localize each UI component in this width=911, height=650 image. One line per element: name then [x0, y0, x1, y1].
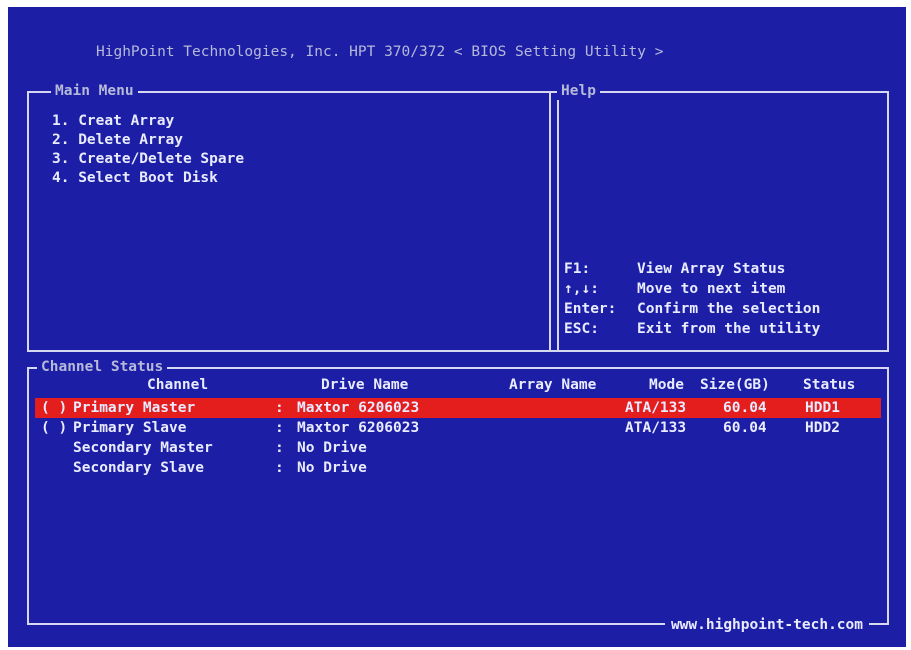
header-channel: Channel	[147, 377, 209, 393]
help-key-f1: F1:	[564, 261, 591, 277]
size-primary-slave: 60.04	[723, 420, 767, 436]
drive-name-primary-slave: Maxtor 6206023	[297, 420, 420, 436]
separator: :	[275, 440, 284, 456]
header-drive-name: Drive Name	[321, 377, 409, 393]
header-array-name: Array Name	[509, 377, 597, 393]
help-desc-arrows: Move to next item	[637, 281, 786, 297]
row-selector-primary-slave[interactable]: ( )	[41, 419, 67, 437]
menu-item-select-boot-disk[interactable]: 4. Select Boot Disk	[52, 169, 218, 187]
channel-status-label: Channel Status	[37, 358, 168, 376]
separator: :	[275, 460, 284, 476]
separator: :	[275, 400, 284, 416]
header-mode: Mode	[649, 377, 684, 393]
channel-primary-slave[interactable]: Primary Slave	[73, 419, 187, 437]
utility-title: HighPoint Technologies, Inc. HPT 370/372…	[96, 44, 664, 60]
help-key-enter: Enter:	[564, 301, 617, 317]
drive-name-primary-master: Maxtor 6206023	[297, 400, 420, 416]
help-panel: Help F1: View Array Status ↑,↓: Move to …	[549, 82, 889, 352]
separator: :	[275, 420, 284, 436]
help-desc-enter: Confirm the selection	[637, 301, 821, 317]
channel-secondary-master[interactable]: Secondary Master	[73, 439, 213, 457]
size-primary-master: 60.04	[723, 400, 767, 416]
header-size: Size(GB)	[700, 377, 770, 393]
menu-item-create-delete-spare[interactable]: 3. Create/Delete Spare	[52, 150, 244, 168]
mode-primary-master: ATA/133	[625, 400, 687, 416]
main-menu-label: Main Menu	[51, 82, 138, 100]
help-key-esc: ESC:	[564, 321, 599, 337]
help-desc-f1: View Array Status	[637, 261, 786, 277]
status-primary-slave: HDD2	[805, 420, 840, 436]
mode-primary-slave: ATA/133	[625, 420, 687, 436]
bios-screen: HighPoint Technologies, Inc. HPT 370/372…	[8, 7, 906, 647]
menu-item-delete-array[interactable]: 2. Delete Array	[52, 131, 183, 149]
header-status: Status	[803, 377, 856, 393]
help-label: Help	[557, 82, 600, 100]
status-primary-master: HDD1	[805, 400, 840, 416]
footer-url: www.highpoint-tech.com	[664, 616, 869, 634]
help-desc-esc: Exit from the utility	[637, 321, 821, 337]
row-selector-primary-master[interactable]: ( )	[41, 399, 67, 417]
menu-item-create-array[interactable]: 1. Creat Array	[52, 112, 174, 130]
channel-primary-master[interactable]: Primary Master	[73, 399, 195, 417]
drive-name-secondary-slave: No Drive	[297, 460, 367, 476]
channel-secondary-slave[interactable]: Secondary Slave	[73, 459, 204, 477]
channel-status-panel: Channel Status Channel Drive Name Array …	[27, 358, 889, 634]
drive-name-secondary-master: No Drive	[297, 440, 367, 456]
help-key-arrows: ↑,↓:	[564, 281, 599, 297]
main-menu-panel: Main Menu 1. Creat Array 2. Delete Array…	[27, 82, 559, 352]
